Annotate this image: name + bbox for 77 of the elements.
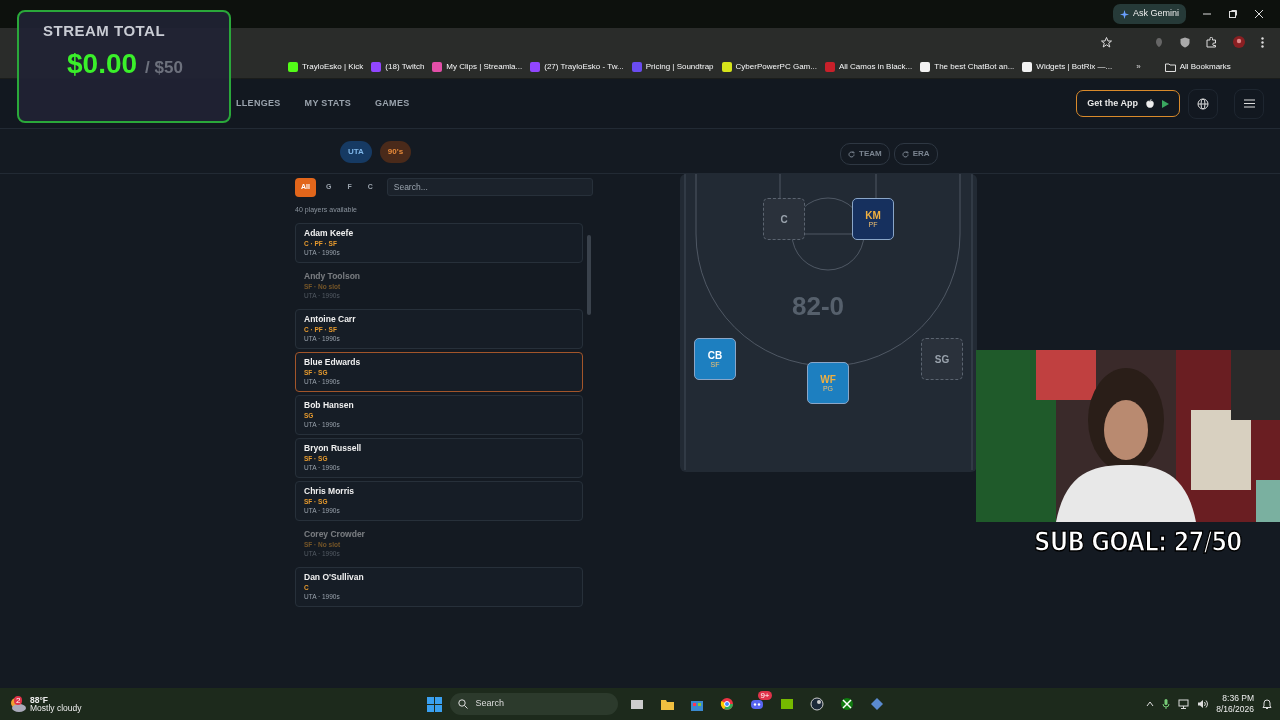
chat-app-icon[interactable] [749, 697, 764, 711]
bookmark-link[interactable]: (18) Twitch [371, 61, 425, 73]
menu-button[interactable] [1234, 88, 1264, 119]
reroll-button[interactable]: ERA [893, 143, 938, 165]
shield-icon[interactable] [1180, 36, 1190, 48]
more-bookmarks-button[interactable]: » [1136, 61, 1141, 73]
court-logo-text: 82-0 [792, 290, 845, 323]
refresh-icon [901, 150, 909, 158]
bookmark-link[interactable]: (27) TrayloEsko - Tw... [530, 61, 624, 73]
bookmark-link[interactable]: My Clips | Streamla... [432, 61, 523, 73]
search-field[interactable]: Search... [386, 178, 593, 197]
donation-goal: / $50 [145, 56, 183, 79]
ask-gemini-button[interactable]: Ask Gemini [1113, 4, 1186, 24]
donation-amount: $0.00 [67, 46, 138, 81]
overlay-title: STREAM TOTAL [43, 21, 167, 41]
player-name: Bryon Russell [304, 442, 363, 454]
notification-bell-icon[interactable] [1262, 698, 1272, 710]
filter-chip: UTA [340, 141, 372, 163]
player-name: Andy Toolson [304, 270, 362, 282]
player-name: Adam Keefe [304, 227, 355, 239]
browser-icon[interactable] [719, 697, 734, 711]
restore-icon[interactable] [1228, 9, 1238, 19]
bookmark-link[interactable]: Widgets | BotRix —... [1022, 61, 1113, 73]
nav-link[interactable]: GAMES [375, 96, 410, 111]
scrollbar-thumb[interactable] [587, 235, 591, 315]
close-icon[interactable] [1254, 9, 1264, 19]
windows-icon[interactable] [426, 696, 442, 712]
bookmark-link[interactable]: All Camos in Black... [824, 61, 913, 73]
globe-icon [1197, 97, 1209, 110]
apple-icon [1146, 99, 1154, 108]
bookmark-link[interactable]: CyberPowerPC Gam... [721, 61, 817, 73]
bookmark-link[interactable]: The best ChatBot an... [920, 61, 1015, 73]
network-icon[interactable] [1178, 699, 1190, 709]
filter-chip: 90's [379, 141, 412, 163]
bookmark-link[interactable]: TrayloEsko | Kick [288, 61, 364, 73]
weather-description: Mostly cloudy [30, 704, 82, 713]
player-name: Blue Edwards [304, 356, 362, 368]
avatar-icon[interactable] [1233, 36, 1245, 48]
player-name: Chris Morris [304, 485, 356, 497]
language-button[interactable] [1188, 88, 1218, 119]
bookmark-link[interactable]: Pricing | Soundtrap [631, 61, 714, 73]
xbox-icon[interactable] [839, 697, 854, 711]
folder-icon [1164, 62, 1176, 72]
speaker-icon[interactable] [1197, 699, 1209, 709]
puzzle-icon[interactable] [1206, 36, 1217, 48]
star-icon[interactable] [1101, 36, 1112, 48]
notification-badge: 2 [14, 695, 23, 705]
steam-icon[interactable] [809, 697, 824, 711]
player-name: Dan O'Sullivan [304, 571, 365, 583]
more-icon[interactable] [1261, 36, 1264, 48]
clock-time[interactable]: 8:36 PM [1216, 693, 1254, 704]
task-view-icon[interactable] [629, 697, 644, 711]
graphics-app-icon[interactable] [779, 697, 794, 711]
search-icon [457, 699, 468, 709]
nav-link[interactable]: LLENGES [236, 96, 281, 111]
player-name: Bob Hansen [304, 399, 355, 411]
menu-icon [1243, 99, 1255, 108]
microphone-icon[interactable] [1162, 699, 1171, 709]
folder-icon[interactable] [659, 697, 674, 711]
refresh-icon [848, 150, 855, 158]
play-icon [1162, 99, 1169, 108]
player-name: Antoine Carr [304, 313, 357, 325]
sparkle-icon [1120, 9, 1129, 19]
chevron-up-icon[interactable] [1146, 701, 1155, 707]
player-name: Corey Crowder [304, 528, 366, 540]
weather-temperature: 88°F [30, 695, 49, 704]
roster-slot[interactable]: SG [921, 338, 963, 380]
all-bookmarks-link[interactable]: All Bookmarks [1164, 61, 1231, 73]
clock-date[interactable]: 8/16/2026 [1216, 704, 1254, 715]
notification-badge: 9+ [758, 691, 772, 700]
get-app-button[interactable]: Get the App [1076, 89, 1180, 118]
reroll-button[interactable]: TEAM [840, 143, 890, 165]
sub-goal-text: SUB GOAL: 27/50 [1034, 525, 1242, 559]
nav-link[interactable]: MY STATS [304, 96, 351, 111]
app-icon[interactable] [869, 697, 884, 711]
taskbar-search[interactable]: Search [449, 693, 618, 715]
roster-slot[interactable]: C [763, 198, 805, 240]
